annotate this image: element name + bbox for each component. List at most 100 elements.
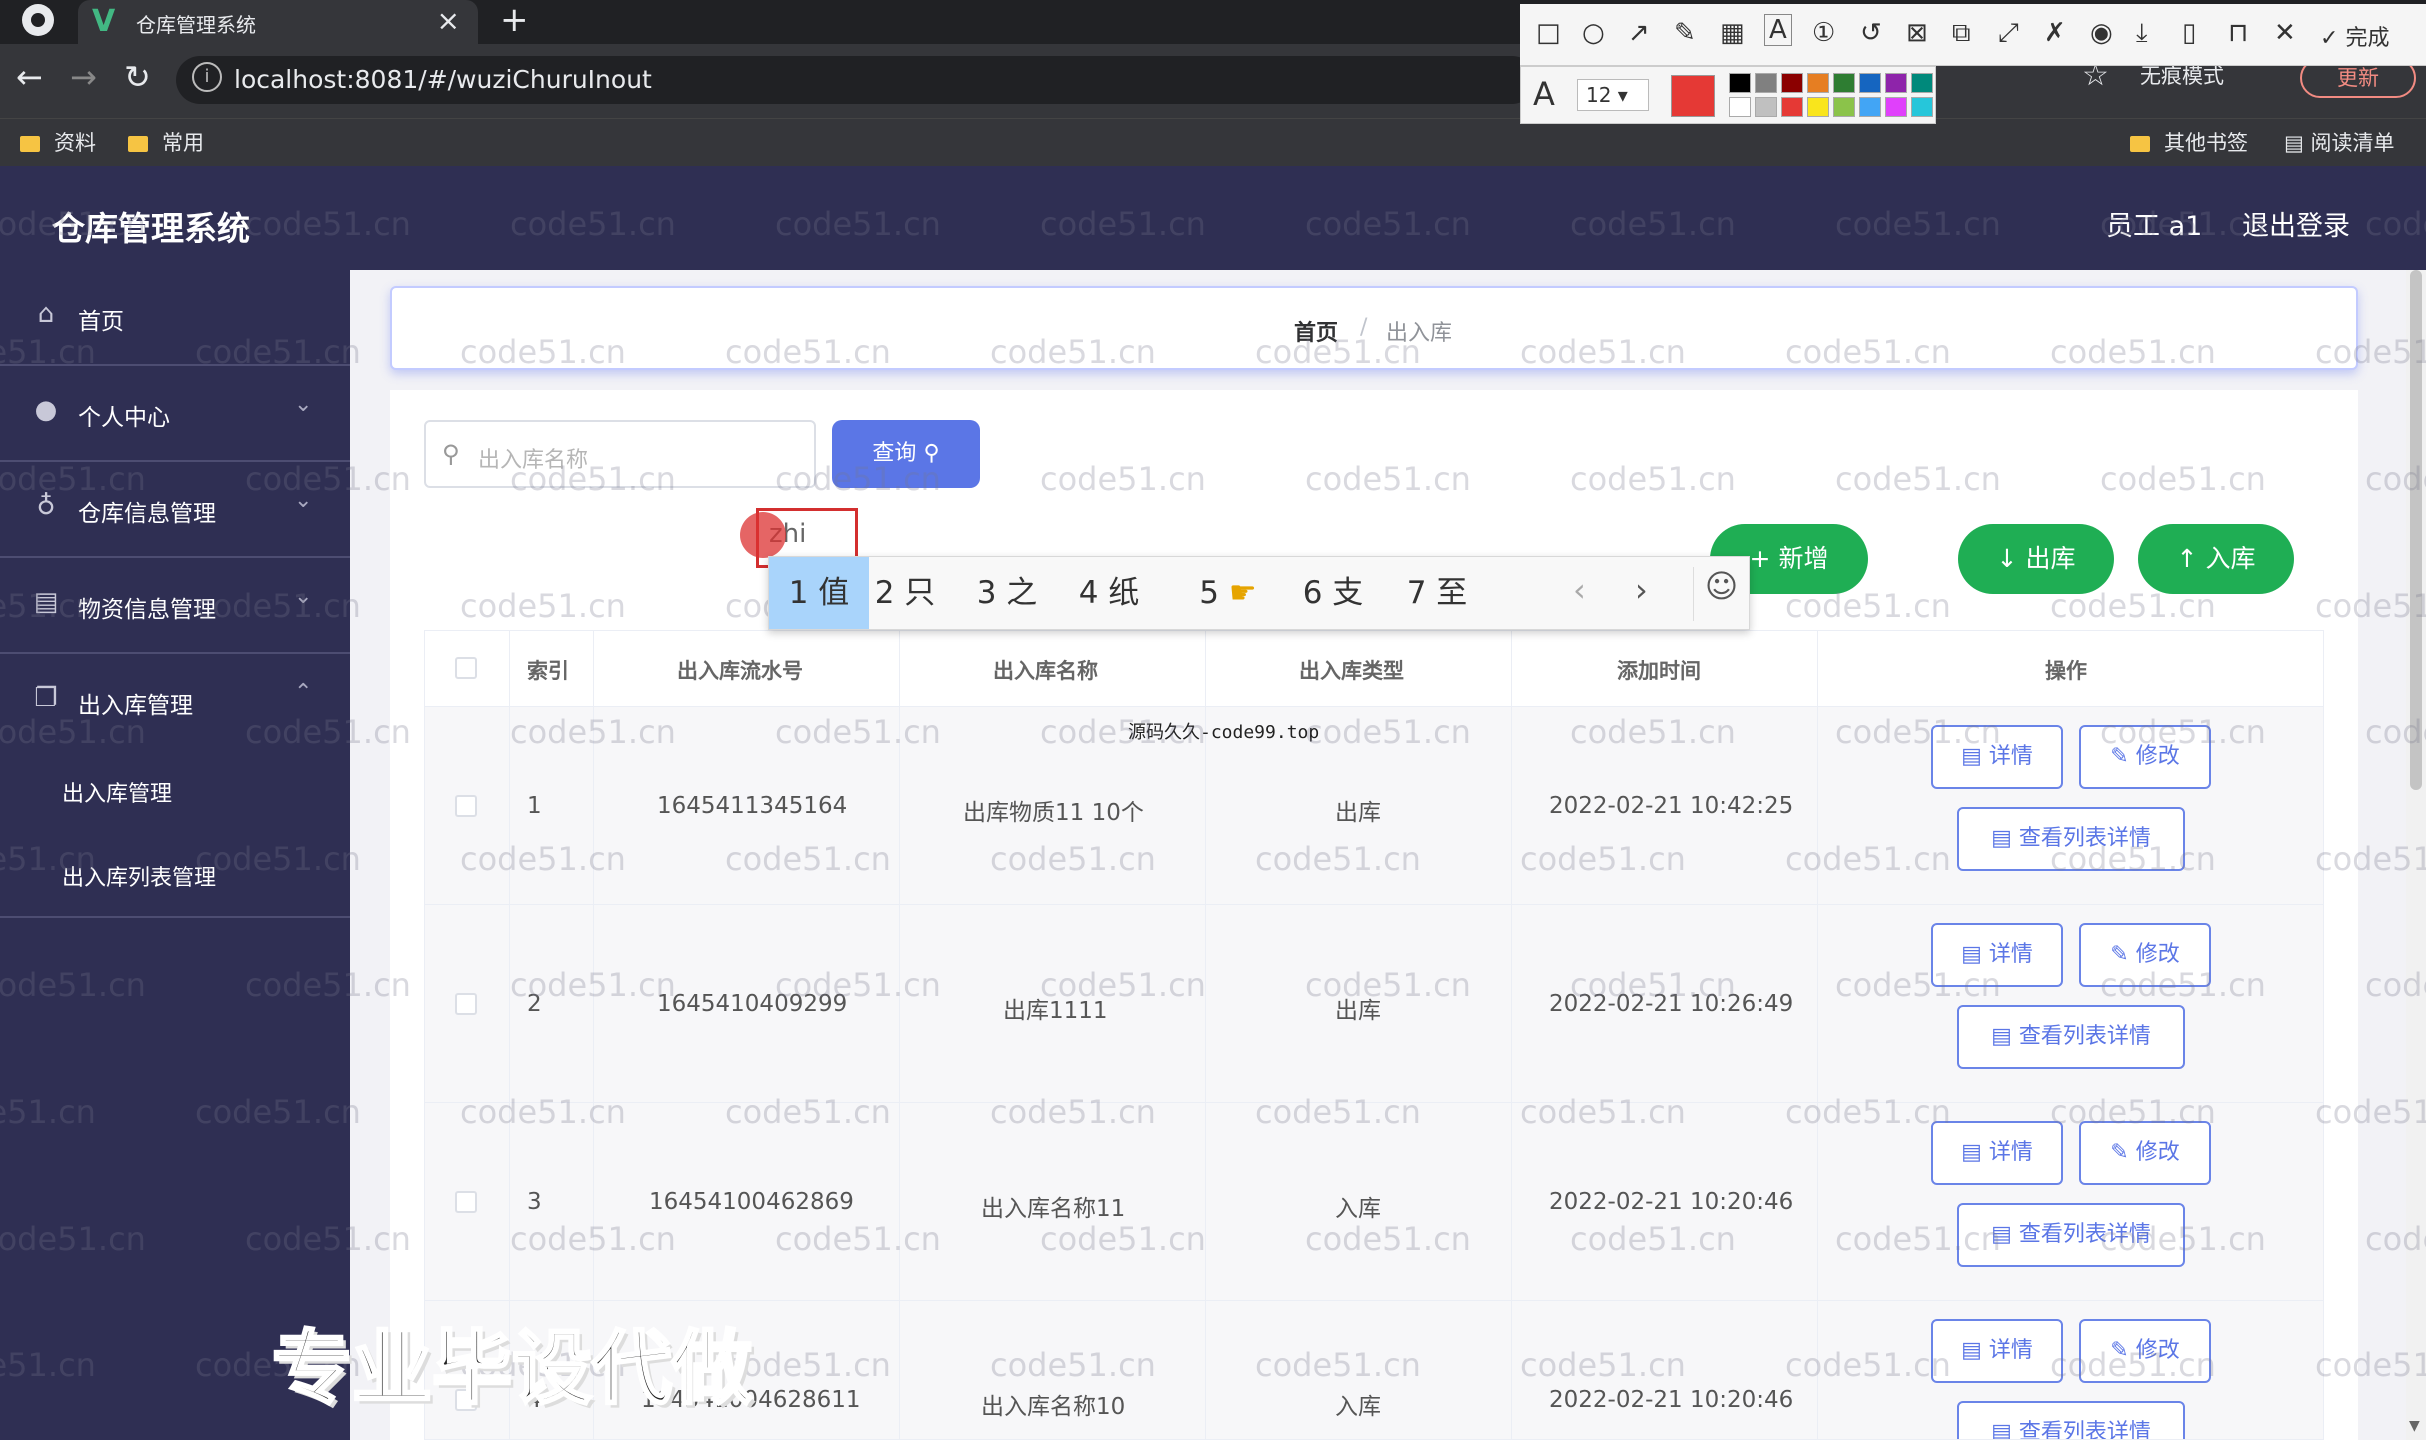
ime-candidate-5[interactable]: 5 ☛ — [1193, 557, 1263, 629]
bookmark-tool-icon[interactable]: ⊓ — [2228, 18, 2248, 48]
color-swatch[interactable] — [1781, 73, 1803, 93]
text-tool-icon[interactable]: A — [1764, 14, 1792, 46]
sidebar-subitem-inout[interactable]: 出入库管理 — [62, 776, 172, 808]
watermark-text: code51.cn — [1785, 1093, 1951, 1131]
color-swatch[interactable] — [1755, 73, 1777, 93]
column-header[interactable]: 出入库名称 — [993, 655, 1098, 685]
undo-icon[interactable]: ↺ — [1860, 18, 1882, 48]
ime-next-icon[interactable]: › — [1635, 571, 1648, 609]
folder-icon — [20, 136, 40, 152]
color-swatch[interactable] — [1833, 73, 1855, 93]
watermark-text: code51.cn — [725, 333, 891, 371]
back-icon[interactable]: ← — [16, 58, 43, 96]
info-icon[interactable]: i — [192, 62, 222, 92]
color-swatch[interactable] — [1755, 97, 1777, 117]
inbound-button[interactable]: ↑ 入库 — [2138, 524, 2294, 594]
watermark-text: code51.cn — [1305, 1220, 1471, 1258]
list-detail-button[interactable]: ▤ 查看列表详情 — [1957, 1005, 2185, 1069]
download-icon[interactable]: ⤓ — [2136, 18, 2148, 49]
reading-list[interactable]: ▤ 阅读清单 — [2284, 127, 2395, 157]
watermark-text: code51.cn — [2365, 460, 2426, 498]
number-tool-icon[interactable]: ① — [1812, 18, 1835, 48]
watermark-text: code51.cn — [2050, 1346, 2216, 1384]
watermark-text: code51.cn — [1255, 1346, 1421, 1384]
select-all-checkbox[interactable] — [455, 657, 477, 679]
close-tab-icon[interactable]: × — [437, 4, 460, 37]
ocr-icon[interactable]: ⤢ — [1998, 18, 2019, 49]
ime-candidate-2[interactable]: 2 只 — [873, 557, 937, 629]
browser-tab[interactable]: V 仓库管理系统 × — [78, 0, 478, 44]
column-header[interactable]: 出入库类型 — [1299, 655, 1404, 685]
pen-tool-icon[interactable]: ✎ — [1674, 18, 1696, 48]
list-detail-button[interactable]: ▤ 查看列表详情 — [1957, 1401, 2185, 1439]
column-header[interactable]: 索引 — [527, 655, 569, 685]
pointing-hand-emoji-icon: ☛ — [1228, 575, 1257, 611]
done-button[interactable]: ✓ 完成 — [2320, 20, 2389, 52]
color-swatch[interactable] — [1911, 97, 1933, 117]
sidebar-item-profile[interactable]: ● 个人中心 ⌄ — [0, 366, 350, 462]
magic-icon[interactable]: ✗ — [2044, 18, 2066, 48]
color-swatch[interactable] — [1911, 73, 1933, 93]
column-header[interactable]: 添加时间 — [1617, 655, 1701, 685]
record-icon[interactable]: ◉ — [2090, 18, 2113, 48]
color-swatch[interactable] — [1807, 97, 1829, 117]
current-color-swatch[interactable] — [1671, 75, 1715, 117]
cell-time: 2022-02-21 10:20:46 — [1549, 1387, 1794, 1413]
watermark-text: code51.cn — [1785, 1346, 1951, 1384]
row-checkbox[interactable] — [455, 795, 477, 817]
color-swatch[interactable] — [1729, 97, 1751, 117]
watermark-text: code51.cn — [2050, 333, 2216, 371]
long-screenshot-icon[interactable]: ▯ — [2182, 18, 2196, 48]
ime-candidate-4[interactable]: 4 纸 — [1077, 557, 1141, 629]
outbound-button[interactable]: ↓ 出库 — [1958, 524, 2114, 594]
color-swatch[interactable] — [1859, 73, 1881, 93]
pin-icon[interactable]: ⊠ — [1906, 18, 1928, 48]
emoji-icon[interactable]: ☺ — [1693, 567, 1749, 621]
watermark-text: code51.cn — [1835, 966, 2001, 1004]
font-size-select[interactable]: 12 ▾ — [1577, 79, 1649, 111]
color-swatch[interactable] — [1807, 73, 1829, 93]
arrow-tool-icon[interactable]: ↗ — [1628, 18, 1650, 48]
watermark-text: code51.cn — [0, 966, 146, 1004]
color-swatch[interactable] — [1859, 97, 1881, 117]
mosaic-tool-icon[interactable]: ▦ — [1720, 18, 1745, 48]
rectangle-tool-icon[interactable]: □ — [1536, 18, 1561, 48]
reload-icon[interactable]: ↻ — [124, 58, 151, 96]
watermark-text: code51.cn — [1570, 205, 1736, 243]
color-swatch[interactable] — [1729, 73, 1751, 93]
forward-icon[interactable]: → — [70, 58, 97, 96]
bookmark-folder-2[interactable]: 常用 — [128, 127, 204, 157]
ime-candidate-7[interactable]: 7 至 — [1405, 557, 1469, 629]
ime-candidate-6[interactable]: 6 支 — [1301, 557, 1365, 629]
color-swatch[interactable] — [1781, 97, 1803, 117]
ime-prev-icon[interactable]: ‹ — [1573, 571, 1586, 609]
ime-candidate-1[interactable]: 1 值 — [769, 557, 869, 629]
watermark-text: code51.cn — [2315, 587, 2426, 625]
other-bookmarks[interactable]: 其他书签 — [2130, 127, 2248, 157]
column-header: 操作 — [2045, 659, 2087, 683]
color-swatch[interactable] — [1885, 73, 1907, 93]
cell-time: 2022-02-21 10:42:25 — [1549, 793, 1794, 819]
watermark-text: code51.cn — [1570, 713, 1736, 751]
watermark-text: code51.cn — [195, 1093, 361, 1131]
url-field[interactable]: i localhost:8081/#/wuziChuruInout — [176, 56, 1536, 104]
bookmark-folder-1[interactable]: 资料 — [20, 127, 96, 157]
row-checkbox[interactable] — [455, 1191, 477, 1213]
watermark-text: code51.cn — [1040, 966, 1206, 1004]
new-tab-icon[interactable]: + — [500, 0, 529, 40]
watermark-text: code51.cn — [990, 1346, 1156, 1384]
watermark-text: code51.cn — [1040, 713, 1206, 751]
column-header[interactable]: 出入库流水号 — [677, 655, 803, 685]
row-checkbox[interactable] — [455, 993, 477, 1015]
sidebar-item-label: 仓库信息管理 — [78, 501, 216, 527]
column-divider — [899, 631, 900, 1439]
color-swatch[interactable] — [1833, 97, 1855, 117]
color-swatch[interactable] — [1885, 97, 1907, 117]
ime-candidate-3[interactable]: 3 之 — [975, 557, 1039, 629]
scroll-down-icon[interactable]: ▼ — [2409, 1418, 2420, 1434]
watermark-text: code51.cn — [1520, 1346, 1686, 1384]
mouse-cursor-highlight — [740, 512, 786, 558]
cancel-icon[interactable]: ✕ — [2274, 18, 2296, 48]
ellipse-tool-icon[interactable]: ○ — [1582, 18, 1605, 48]
translate-icon[interactable]: ⧉ — [1952, 18, 1971, 49]
